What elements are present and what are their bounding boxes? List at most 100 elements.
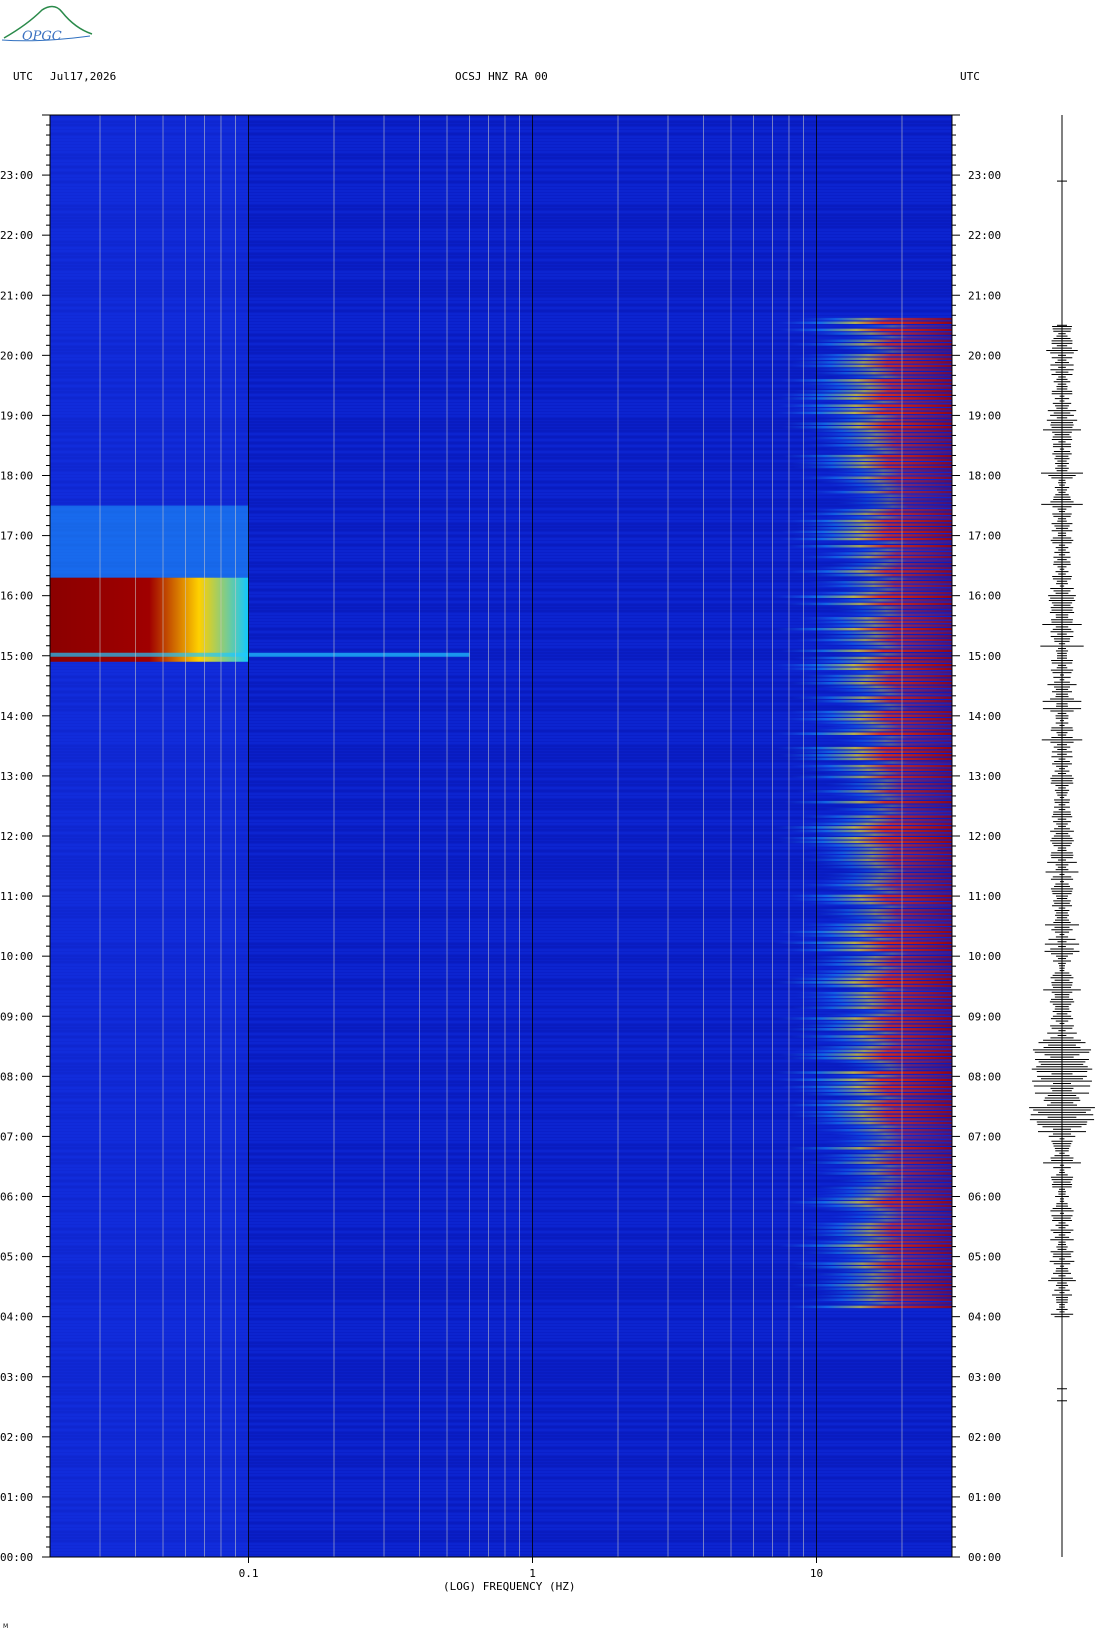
noise-band (795, 973, 952, 977)
y-tick-label-left: 11:00 (0, 890, 33, 903)
noise-band (798, 858, 952, 862)
noise-band (801, 1233, 952, 1237)
noise-band (795, 678, 952, 681)
time-axis-right: 00:00 01:00 02:00 03:00 04:00 05:00 06:00 07:00… (952, 114, 1001, 1564)
noise-band (794, 357, 952, 361)
noise-band (783, 519, 952, 523)
noise-band (826, 1269, 952, 1273)
noise-band (783, 977, 952, 981)
footnote-mark: M (3, 1623, 8, 1630)
y-tick-label-right: 12:00 (968, 830, 1001, 843)
noise-band (842, 541, 952, 544)
noise-band (790, 696, 952, 699)
noise-band (776, 1017, 952, 1020)
y-tick-label-right: 21:00 (968, 289, 1001, 302)
noise-band (812, 1129, 952, 1132)
noise-band (810, 1172, 952, 1175)
noise-band (833, 1179, 952, 1182)
y-tick-label-left: 03:00 (0, 1371, 33, 1384)
noise-band (780, 1085, 952, 1089)
noise-band (813, 566, 952, 570)
noise-band (829, 1302, 952, 1305)
y-tick-label-left: 22:00 (0, 229, 33, 242)
noise-band (822, 1258, 952, 1262)
x-tick-label: 1 (529, 1567, 536, 1580)
noise-band (781, 1201, 952, 1204)
noise-band (784, 718, 952, 721)
noise-band (804, 429, 952, 433)
noise-band (817, 1168, 952, 1172)
noise-band (807, 490, 952, 494)
noise-band (810, 728, 952, 732)
noise-band (795, 1024, 952, 1027)
y-tick-label-left: 18:00 (0, 470, 33, 483)
y-tick-label-left: 23:00 (0, 169, 33, 182)
noise-band (795, 992, 952, 995)
noise-band (840, 811, 952, 815)
noise-band (790, 764, 952, 768)
noise-band (831, 606, 952, 609)
noise-band (797, 822, 952, 826)
header-right-utc: UTC (960, 70, 980, 83)
noise-band (800, 1251, 952, 1255)
noise-band (823, 689, 952, 692)
seismogram-trace (1029, 115, 1095, 1557)
noise-band (805, 591, 952, 595)
noise-band (780, 649, 952, 653)
noise-band (780, 530, 952, 534)
noise-band (790, 1114, 952, 1118)
noise-band (842, 804, 952, 808)
y-tick-label-right: 16:00 (968, 590, 1001, 603)
y-tick-label-left: 21:00 (0, 289, 33, 302)
y-tick-label-right: 17:00 (968, 530, 1001, 543)
noise-band (804, 1247, 952, 1251)
noise-band (798, 1161, 952, 1164)
y-tick-label-left: 09:00 (0, 1010, 33, 1023)
noise-band (799, 815, 952, 818)
noise-band (803, 1222, 952, 1226)
noise-band (818, 480, 952, 483)
noise-band (790, 361, 952, 364)
noise-band (835, 1136, 952, 1139)
noise-band (774, 941, 952, 945)
noise-band (787, 710, 952, 714)
noise-band (813, 552, 952, 555)
y-tick-label-right: 07:00 (968, 1130, 1001, 1143)
y-tick-label-left: 19:00 (0, 409, 33, 422)
noise-band (824, 1143, 952, 1146)
noise-band (816, 1291, 952, 1294)
noise-band (785, 757, 952, 761)
header-station: OCSJ HNZ RA 00 (455, 70, 548, 83)
noise-band (828, 966, 952, 970)
noise-band (835, 1183, 952, 1186)
noise-band (827, 400, 952, 404)
noise-band (798, 1197, 952, 1201)
noise-band (816, 1193, 952, 1197)
noise-band (773, 732, 952, 735)
noise-band (799, 963, 952, 966)
noise-band (828, 483, 952, 487)
noise-band (826, 469, 952, 472)
noise-band (813, 862, 952, 865)
noise-band (837, 692, 952, 696)
noise-band (823, 1074, 952, 1078)
noise-band (831, 451, 952, 454)
noise-band (789, 681, 952, 685)
noise-band (776, 837, 952, 840)
noise-band (821, 1237, 952, 1240)
noise-band (841, 1067, 952, 1071)
noise-band (803, 901, 952, 905)
noise-band (807, 581, 952, 584)
header-date: Jul17,2026 (50, 70, 116, 83)
noise-band (843, 325, 952, 328)
noise-band (803, 1240, 952, 1244)
noise-band (836, 797, 952, 800)
noise-band (805, 851, 952, 854)
y-tick-label-left: 15:00 (0, 650, 33, 663)
noise-band (834, 548, 952, 552)
noise-band (800, 1121, 952, 1125)
noise-band (830, 919, 952, 923)
noise-band (773, 627, 952, 631)
y-tick-label-left: 05:00 (0, 1251, 33, 1264)
noise-band (835, 588, 952, 591)
